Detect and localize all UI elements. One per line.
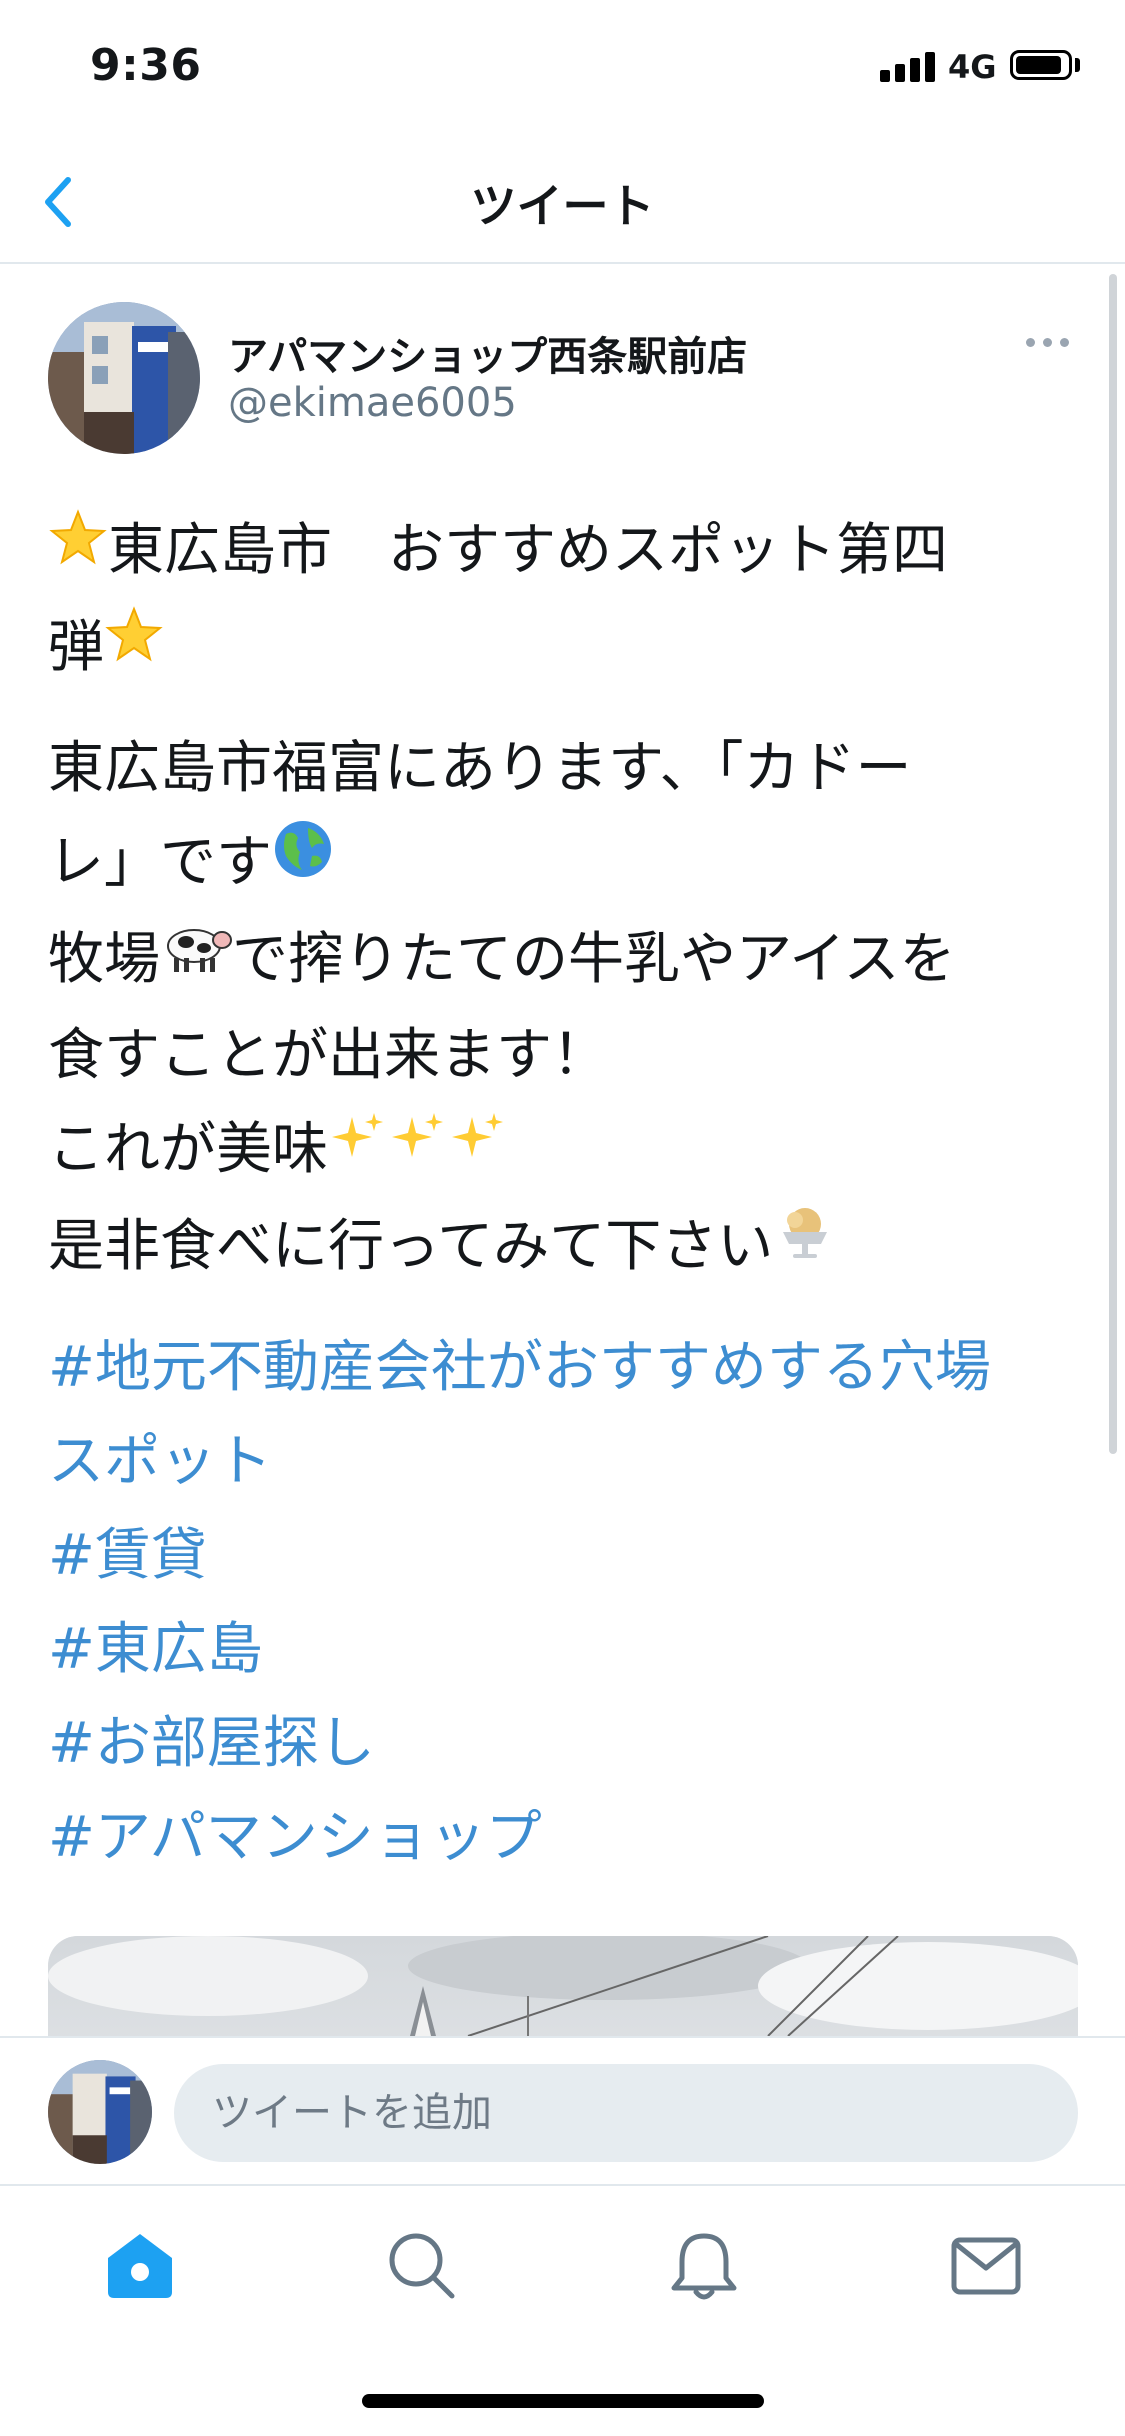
sparkles-emoji-icon	[328, 1102, 508, 1196]
tweet-line: 東広島市福富にあります、「カドー	[48, 735, 912, 801]
tweet-paragraph: 東広島市福富にあります、「カドー レ」です 牧場 で搾りたての牛乳やアイスを 食す…	[48, 722, 1088, 1297]
tweet-line-text: 是非食べに行ってみて下さい	[48, 1214, 774, 1280]
status-bar: 9:36 4G	[0, 0, 1125, 132]
tweet-line-text: 弾	[48, 614, 104, 680]
scrollbar[interactable]	[1109, 274, 1117, 1454]
hashtag-link[interactable]: #アパマンショップ	[48, 1791, 1088, 1885]
more-icon[interactable]	[1024, 332, 1072, 352]
tweet-line-text: これが美味	[48, 1117, 328, 1183]
home-icon[interactable]	[100, 2226, 180, 2306]
tweet-line-text: 牧場	[48, 926, 160, 992]
tweet-detail-screen: 9:36 4G ツイート アパマンショップ西条駅前店 @ekimae6005 東…	[0, 0, 1125, 2436]
page-title: ツイート	[470, 179, 655, 233]
tweet-paragraph: 東広島市 おすすめスポット第四 弾	[48, 504, 1088, 698]
tweet-line: 弾	[48, 601, 1088, 698]
battery-cap	[1075, 58, 1080, 72]
bell-icon[interactable]	[664, 2226, 744, 2306]
nav-header: ツイート	[0, 132, 1125, 264]
hashtag-list: #地元不動産会社がおすすめする穴場 スポット #賃貸 #東広島 #お部屋探し #…	[48, 1321, 1088, 1885]
tweet-line: 東広島市 おすすめスポット第四	[48, 504, 1088, 601]
tweet-line-text: 東広島市 おすすめスポット第四	[108, 518, 948, 583]
author-avatar[interactable]	[48, 302, 200, 454]
home-indicator	[362, 2394, 764, 2408]
tweet-line: 是非食べに行ってみて下さい	[48, 1200, 1088, 1297]
tweet-line: 牧場 で搾りたての牛乳やアイスを	[48, 913, 1088, 1010]
author-name[interactable]: アパマンショップ西条駅前店	[228, 324, 747, 382]
hashtag-link[interactable]: #地元不動産会社がおすすめする穴場	[48, 1321, 1088, 1415]
tweet-content[interactable]: アパマンショップ西条駅前店 @ekimae6005 東広島市 おすすめスポット第…	[0, 264, 1125, 2036]
hashtag-link[interactable]: #賃貸	[48, 1509, 1088, 1603]
reply-bar	[0, 2036, 1125, 2186]
user-avatar[interactable]	[48, 2060, 152, 2164]
star-emoji-icon	[104, 600, 164, 694]
tweet-line-text: で搾りたての牛乳やアイスを	[232, 926, 956, 992]
tweet-line: 食すことが出来ます！	[48, 1023, 608, 1089]
tweet-text: 東広島市 おすすめスポット第四 弾 東広島市福富にあります、「カドー レ」です …	[48, 504, 1088, 1885]
tweet-line: レ」です	[48, 816, 1088, 913]
battery-icon	[1010, 50, 1072, 80]
cow-emoji-icon	[160, 911, 232, 1005]
tweet-line: これが美味	[48, 1103, 1088, 1200]
search-icon[interactable]	[382, 2226, 462, 2306]
star-emoji-icon	[48, 503, 108, 597]
hashtag-link[interactable]: スポット	[48, 1415, 1088, 1509]
tweet-media-image[interactable]	[48, 1936, 1078, 2036]
reply-input[interactable]	[174, 2064, 1078, 2162]
ice-cream-emoji-icon	[773, 1199, 837, 1293]
status-time: 9:36	[90, 40, 202, 91]
network-type: 4G	[948, 48, 997, 86]
signal-icon	[880, 52, 936, 82]
hashtag-link[interactable]: #お部屋探し	[48, 1697, 1088, 1791]
mail-icon[interactable]	[946, 2226, 1026, 2306]
globe-emoji-icon	[272, 815, 334, 909]
tweet-line-text: レ」です	[48, 829, 272, 895]
author-handle[interactable]: @ekimae6005	[228, 380, 517, 426]
hashtag-link[interactable]: #東広島	[48, 1603, 1088, 1697]
